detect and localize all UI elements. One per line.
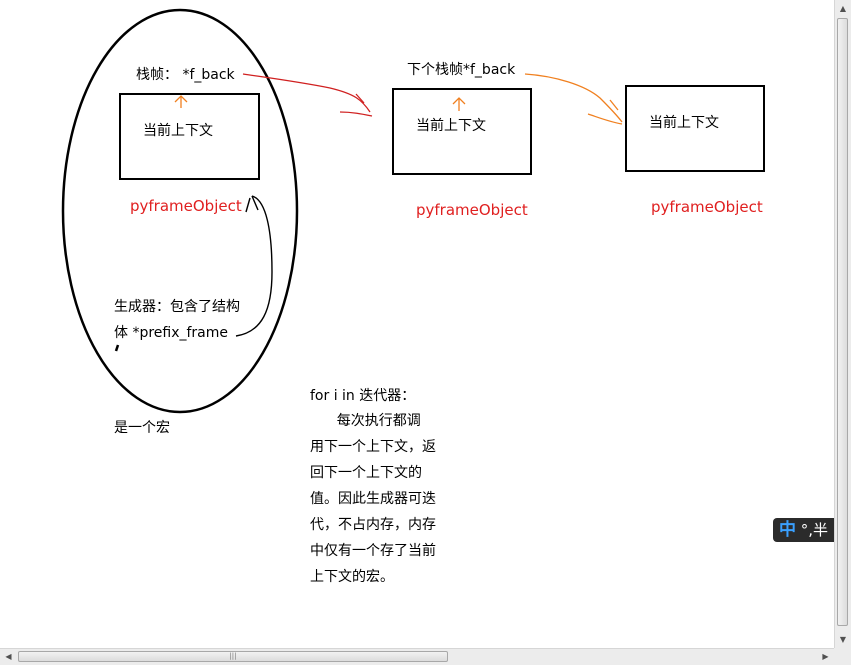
scroll-right-icon[interactable]: ▶ <box>817 649 834 665</box>
pyframe-label-3: pyframeObject <box>651 198 763 216</box>
pyframe-label-2: pyframeObject <box>416 201 528 219</box>
explanation-line-2: 用下一个上下文，返 <box>310 439 436 455</box>
scroll-left-icon[interactable]: ◀ <box>0 649 17 665</box>
orange-link-arrow <box>524 73 623 125</box>
generator-line-2: 体 *prefix_frame <box>114 325 229 341</box>
explanation-line-4: 值。因此生成器可迭 <box>310 491 436 507</box>
scroll-up-icon[interactable]: ▲ <box>835 0 851 17</box>
scrollbar-corner <box>834 648 851 665</box>
ellipse-mark <box>114 344 120 352</box>
generator-arrow <box>235 195 273 337</box>
diagram-canvas: 栈帧： *f_back 下个栈帧*f_back 当前上下文 当前上下文 当前上下… <box>0 0 851 665</box>
ime-mode-chinese[interactable]: 中 <box>779 520 796 540</box>
explanation-line-6: 中仅有一个存了当前 <box>310 543 436 559</box>
frame-label-1: 栈帧： *f_back <box>136 67 235 83</box>
horizontal-scrollbar[interactable]: ◀ ||| ▶ <box>0 648 834 665</box>
scroll-down-icon[interactable]: ▼ <box>835 631 851 648</box>
vertical-scrollbar[interactable]: ▲ ▼ <box>834 0 851 648</box>
vertical-scroll-thumb[interactable] <box>837 18 848 626</box>
box-text-3: 当前上下文 <box>649 115 719 131</box>
red-link-arrow <box>242 73 373 117</box>
horizontal-scroll-thumb[interactable]: ||| <box>18 651 448 662</box>
frame-label-2: 下个栈帧*f_back <box>407 62 516 78</box>
explanation-line-1: 每次执行都调 <box>310 413 421 429</box>
explanation-line-7: 上下文的宏。 <box>310 569 394 585</box>
ime-punct-width[interactable]: °,半 <box>801 521 828 539</box>
pyframe-label-1: pyframeObject <box>130 197 242 215</box>
box-text-1: 当前上下文 <box>143 123 213 139</box>
explanation-heading: for i in 迭代器： <box>310 388 416 404</box>
macro-note: 是一个宏 <box>114 420 170 436</box>
box-text-2: 当前上下文 <box>416 118 486 134</box>
generator-line-1: 生成器：包含了结构 <box>114 299 240 315</box>
explanation-line-3: 回下一个上下文的 <box>310 465 422 481</box>
explanation-line-5: 代，不占内存，内存 <box>310 517 436 533</box>
